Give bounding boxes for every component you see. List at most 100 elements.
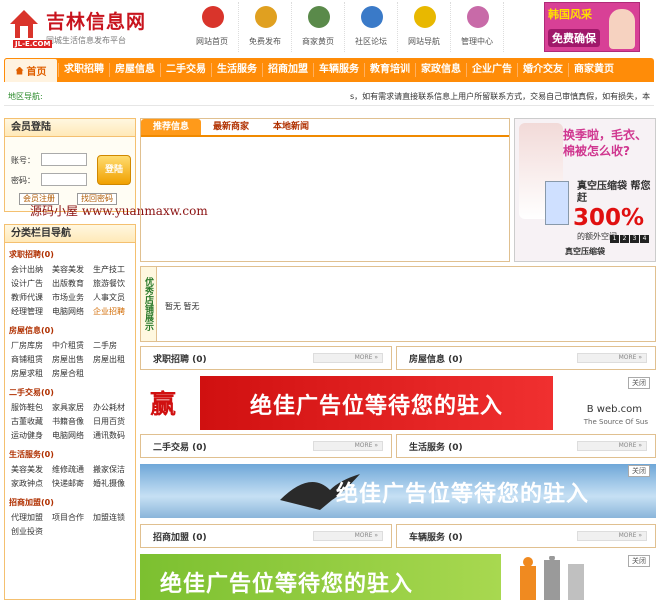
category-link[interactable]: 婚礼摄像 [93,477,134,491]
nav-item-4[interactable]: 生活服务 [211,63,262,77]
info-tabs-panel: 推荐信息 最新商家 本地新闻 [140,118,510,262]
topnav-item-3[interactable]: 商家黄页 [292,2,345,52]
nav-home-tab[interactable]: 首页 [4,58,58,82]
category-link[interactable]: 教师代课 [11,291,52,305]
more-button[interactable]: MORE » [313,353,383,363]
topnav-item-5[interactable]: 网站导航 [398,2,451,52]
category-link[interactable]: 旅游餐饮 [93,277,134,291]
category-link[interactable]: 电脑网络 [52,305,93,319]
more-button[interactable]: MORE » [577,441,647,451]
category-link[interactable]: 家具家居 [52,401,93,415]
more-button[interactable]: MORE » [577,531,647,541]
category-link[interactable]: 中介租赁 [52,339,93,353]
pager-3[interactable]: 3 [630,235,639,243]
nav-item-9[interactable]: 企业广告 [466,63,517,77]
category-group-title[interactable]: 求职招聘(0) [5,243,135,263]
category-link[interactable]: 维修疏通 [52,463,93,477]
banner-ad-1[interactable]: 赢 绝佳广告位等待您的驻入 B web.com The Source Of Su… [140,376,656,430]
category-link[interactable]: 家政钟点 [11,477,52,491]
topnav-item-4[interactable]: 社区论坛 [345,2,398,52]
category-link[interactable]: 加盟连锁 [93,511,134,525]
topnav-item-1[interactable]: 网站首页 [186,2,239,52]
banner-lead: 赢 [150,390,177,420]
category-link[interactable]: 会计出纳 [11,263,52,277]
close-button[interactable]: 关闭 [628,555,650,567]
category-group-title[interactable]: 生活服务(0) [5,443,135,463]
category-group-title[interactable]: 二手交易(0) [5,381,135,401]
category-link[interactable]: 设计广告 [11,277,52,291]
pager-1[interactable]: 1 [610,235,619,243]
banner-text: 绝佳广告位等待您的驻入 [250,394,504,419]
category-link[interactable]: 通讯数码 [93,429,134,443]
right-ad-vacuum-bag[interactable]: 换季啦，毛衣、棉被怎么收? 真空压缩袋 帮您赶 300% 的额外空间 1 2 3… [514,118,656,262]
category-link[interactable]: 快递邮寄 [52,477,93,491]
category-link[interactable]: 美容美发 [11,463,52,477]
topnav-item-6[interactable]: 管理中心 [451,2,504,52]
banner-ad-3[interactable]: 绝佳广告位等待您的驻入 关闭 [140,554,656,600]
category-link[interactable]: 房屋求租 [11,367,52,381]
more-button[interactable]: MORE » [313,441,383,451]
nav-item-8[interactable]: 家政信息 [415,63,466,77]
nav-item-11[interactable]: 商家黄页 [568,63,619,77]
topnav-item-2[interactable]: 免费发布 [239,2,292,52]
more-button[interactable]: MORE » [577,353,647,363]
area-nav-label: 地区导航: [8,92,43,101]
top-right-ad[interactable]: 韩国风采 免费确保 [544,2,640,52]
site-logo[interactable]: 吉林信息网 同城生活信息发布平台 JL-E.COM [8,6,168,50]
category-link[interactable]: 市场业务 [52,291,93,305]
category-link[interactable]: 服饰鞋包 [11,401,52,415]
category-link[interactable]: 人事文员 [93,291,134,305]
category-link[interactable]: 书籍音像 [52,415,93,429]
category-link[interactable]: 创业投资 [11,525,52,539]
category-link[interactable]: 出版教育 [52,277,93,291]
scrolling-notice: s，如有需求请直接联系信息上用户所留联系方式，交易自己审慎真假，如有损失，本 [350,92,651,101]
category-link[interactable]: 商铺租赁 [11,353,52,367]
more-button[interactable]: MORE » [313,531,383,541]
category-links: 会计出纳 美容美发 生产技工设计广告 出版教育 旅游餐饮教师代课 市场业务 人事文员经理管理… [5,263,135,319]
category-link[interactable]: 二手房 [93,339,134,353]
category-link[interactable]: 房屋出租 [93,353,134,367]
nav-item-10[interactable]: 婚介交友 [517,63,568,77]
category-link[interactable]: 办公耗材 [93,401,134,415]
category-group-title[interactable]: 招商加盟(0) [5,491,135,511]
category-link[interactable]: 生产技工 [93,263,134,277]
logo-title: 吉林信息网 [46,11,147,33]
nav-item-1[interactable]: 求职招聘 [58,63,109,77]
close-button[interactable]: 关闭 [628,377,650,389]
logo-domain: JL-E.COM [13,40,53,48]
nav-item-2[interactable]: 房屋信息 [109,63,160,77]
nav-item-7[interactable]: 教育培训 [364,63,415,77]
tab-1[interactable]: 推荐信息 [141,119,202,135]
category-link[interactable]: 代理加盟 [11,511,52,525]
tab-2[interactable]: 最新商家 [201,119,261,135]
section-title: 房屋信息 (0) [409,355,463,365]
login-button[interactable]: 登陆 [97,155,131,185]
ad-caption: 真空压缩袋 [565,247,605,256]
close-button[interactable]: 关闭 [628,465,650,477]
category-link[interactable]: 古董收藏 [11,415,52,429]
tab-3[interactable]: 本地新闻 [261,119,321,135]
section-life-services: 生活服务 (0) MORE » [396,434,656,458]
nav-item-6[interactable]: 车辆服务 [313,63,364,77]
category-link[interactable]: 厂房库房 [11,339,52,353]
category-link[interactable]: 电脑网络 [52,429,93,443]
nav-item-3[interactable]: 二手交易 [160,63,211,77]
category-link[interactable]: 房屋合租 [52,367,93,381]
banner-ad-2[interactable]: 绝佳广告位等待您的驻入 关闭 [140,464,656,518]
category-link[interactable]: 日用百货 [93,415,134,429]
category-link[interactable]: 经理管理 [11,305,52,319]
pager-4[interactable]: 4 [640,235,649,243]
category-link[interactable]: 美容美发 [52,263,93,277]
username-input[interactable] [41,153,87,166]
pager-2[interactable]: 2 [620,235,629,243]
category-group-title[interactable]: 房屋信息(0) [5,319,135,339]
category-link[interactable]: 项目合作 [52,511,93,525]
category-link[interactable]: 房屋出售 [52,353,93,367]
category-link[interactable]: 企业招聘 [93,305,134,319]
nav-item-5[interactable]: 招商加盟 [262,63,313,77]
category-link[interactable]: 运动健身 [11,429,52,443]
area-navigation-bar: 地区导航: s，如有需求请直接联系信息上用户所留联系方式，交易自己审慎真假，如有… [4,88,654,106]
section-housing: 房屋信息 (0) MORE » [396,346,656,370]
password-input[interactable] [41,173,87,186]
category-link[interactable]: 搬家保洁 [93,463,134,477]
